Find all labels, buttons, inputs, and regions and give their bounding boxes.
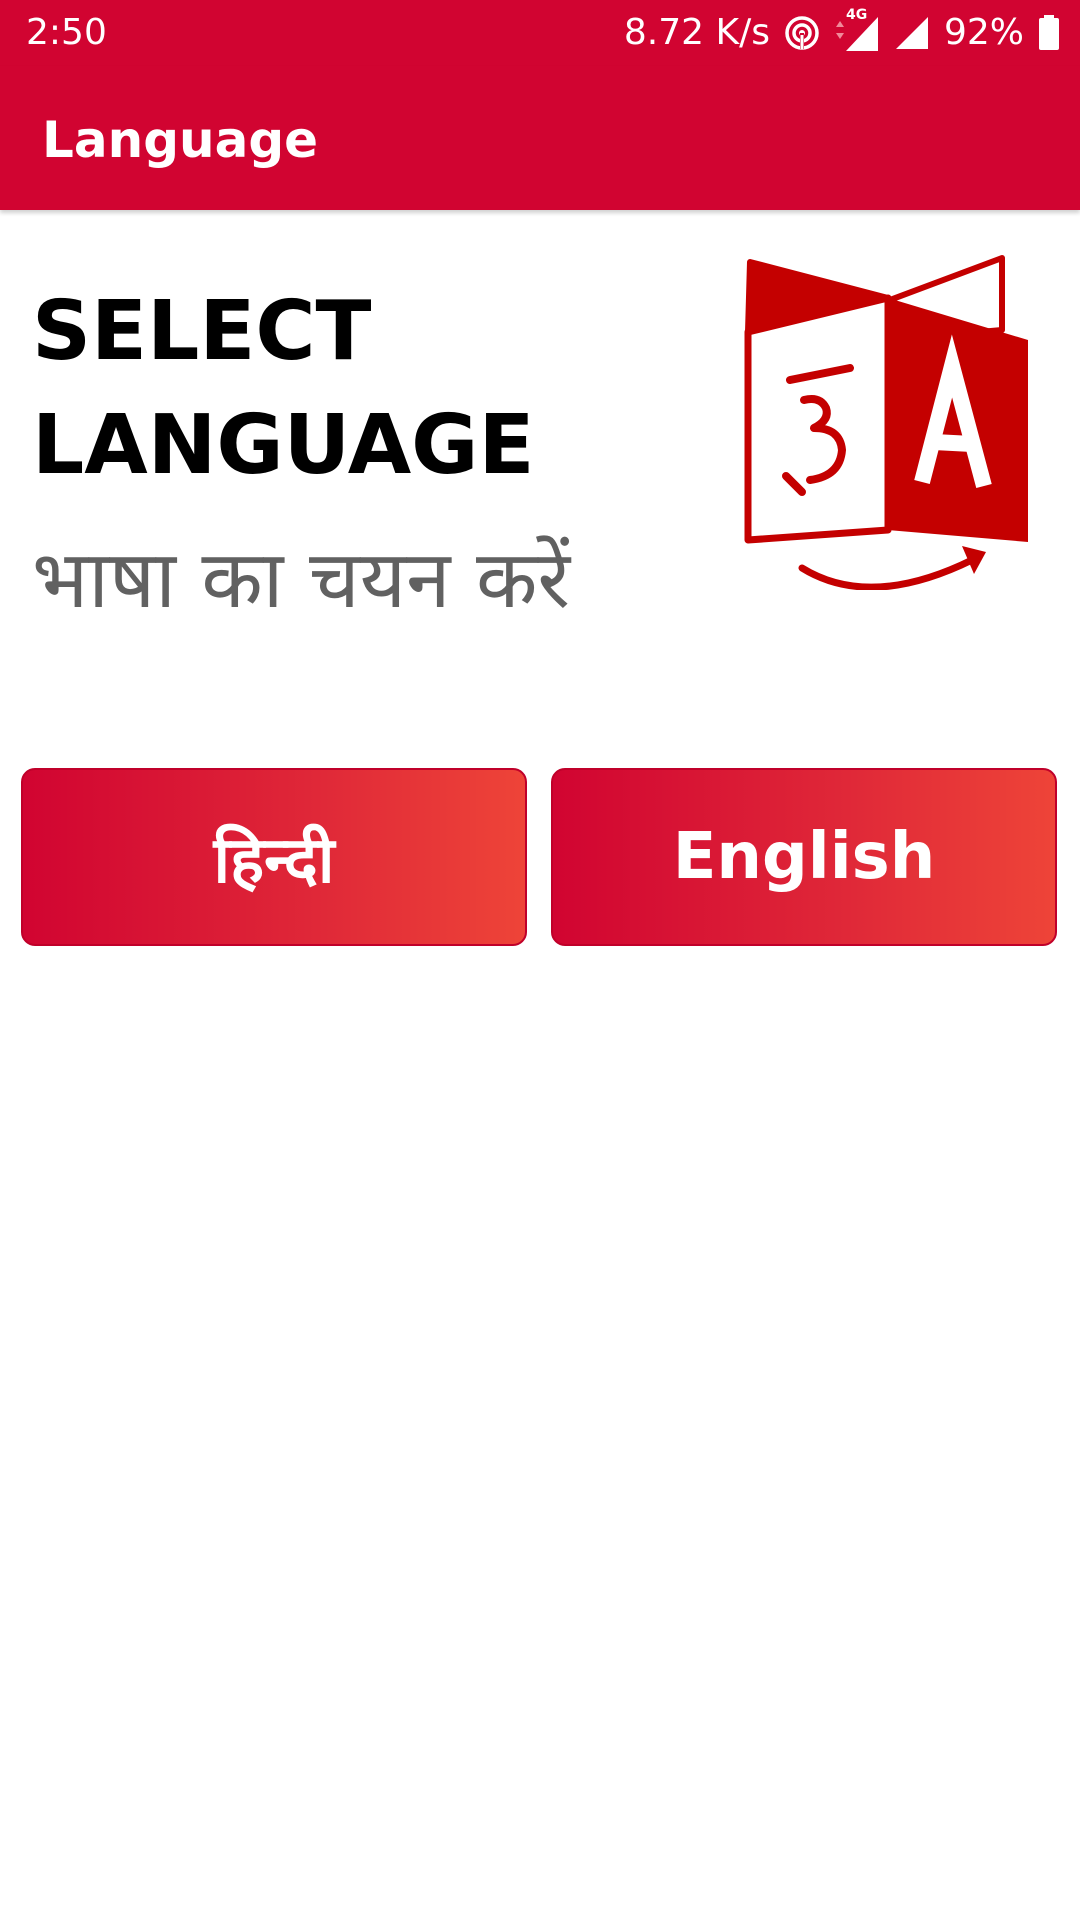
signal-icon [894, 15, 930, 51]
app-bar: Language [0, 66, 1080, 210]
english-language-button[interactable]: English [551, 768, 1057, 946]
status-bar: 2:50 8.72 K/s 4G 92% [0, 0, 1080, 66]
select-language-hindi-heading: भाषा का चयन करें [32, 533, 571, 626]
network-speed: 8.72 K/s [623, 12, 770, 53]
battery-percent: 92% [943, 12, 1024, 53]
status-indicators: 8.72 K/s 4G 92% [623, 7, 1060, 54]
translate-icon [740, 250, 1040, 591]
select-language-heading: SELECT LANGUAGE [32, 275, 712, 503]
hindi-language-button[interactable]: हिन्दी [21, 768, 527, 946]
network-type-label: 4G [845, 7, 868, 23]
heading-line-2: LANGUAGE [32, 398, 535, 493]
battery-icon [1038, 15, 1060, 51]
status-time: 2:50 [26, 12, 107, 53]
heading-line-1: SELECT [32, 284, 372, 379]
hotspot-icon [784, 15, 820, 51]
page-title: Language [42, 111, 319, 169]
signal-4g-icon: 4G [834, 7, 880, 53]
